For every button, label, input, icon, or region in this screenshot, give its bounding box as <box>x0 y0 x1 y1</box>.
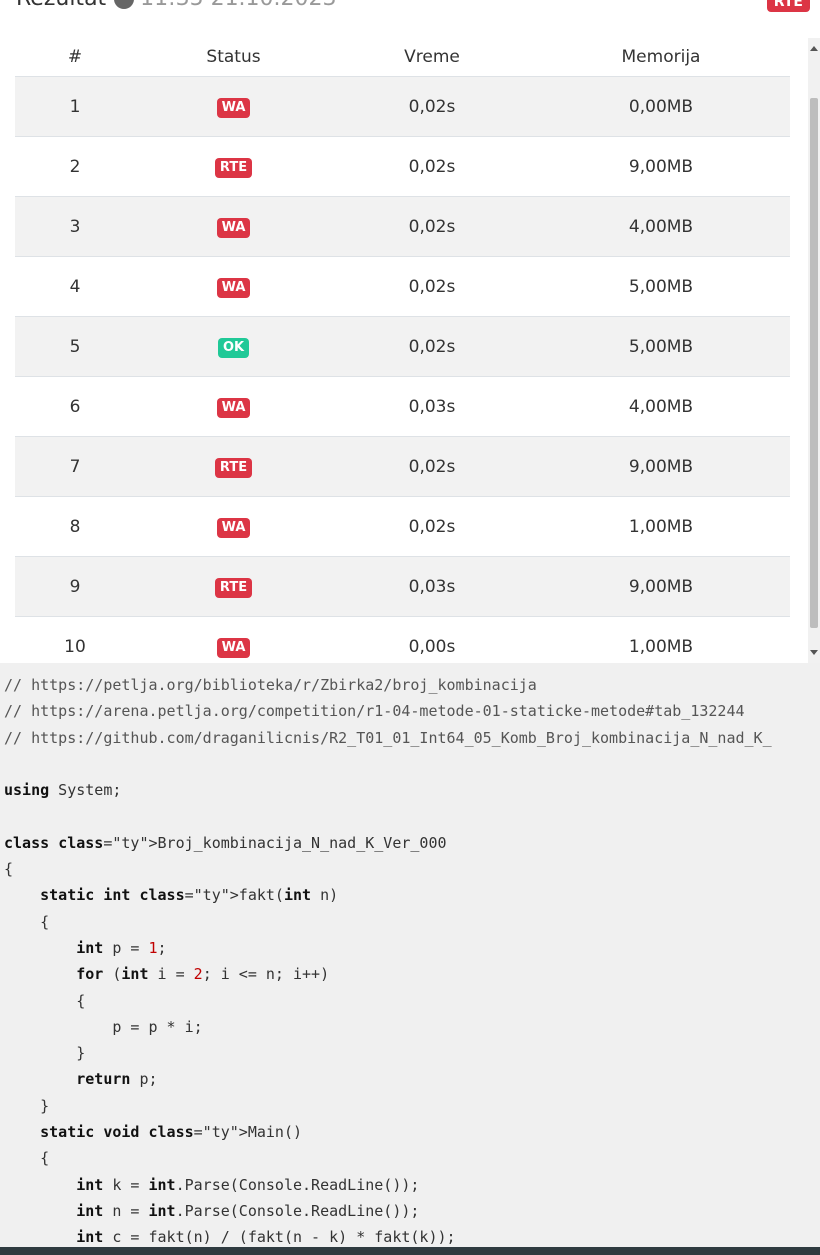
test-number: 4 <box>15 256 135 317</box>
test-status: RTE <box>135 436 332 497</box>
code-line: { <box>4 1149 50 1168</box>
test-status: WA <box>135 256 332 317</box>
table-row: 2 RTE 0,02s 9,00MB <box>15 136 790 197</box>
code-line: } <box>4 1096 50 1115</box>
test-number: 9 <box>15 556 135 617</box>
test-number: 2 <box>15 136 135 197</box>
code-line: static void class="ty">Main() <box>40 1123 303 1142</box>
code-line: p = p * i; <box>4 1017 203 1036</box>
test-memory: 4,00MB <box>532 376 790 437</box>
code-line: return p; <box>76 1070 158 1089</box>
test-number: 8 <box>15 496 135 557</box>
test-status: WA <box>135 76 332 137</box>
test-status: OK <box>135 316 332 377</box>
results-body: 1 WA 0,02s 0,00MB 2 RTE 0,02s 9,00MB 3 WA 0,02s 4,0… <box>15 76 790 676</box>
result-timestamp: 11:35 21.10.2023 <box>140 0 336 11</box>
test-number: 7 <box>15 436 135 497</box>
test-status: WA <box>135 496 332 557</box>
status-badge: WA <box>216 517 251 538</box>
test-time: 0,03s <box>332 376 532 437</box>
column-header-memory: Memorija <box>532 38 790 77</box>
code-line: int k = int.Parse(Console.ReadLine()); <box>76 1175 420 1194</box>
test-memory: 9,00MB <box>532 436 790 497</box>
scroll-down-arrow-icon[interactable] <box>810 650 818 655</box>
table-row: 9 RTE 0,03s 9,00MB <box>15 556 790 617</box>
status-badge: WA <box>216 637 251 658</box>
test-memory: 5,00MB <box>532 256 790 317</box>
result-title: Rezultat11:35 21.10.2023 <box>16 0 337 11</box>
status-badge: RTE <box>214 577 253 598</box>
results-panel: # Status Vreme Memorija 1 WA 0,02s 0,00MB 2 R… <box>0 38 808 676</box>
code-line: int c = fakt(n) / (fakt(n - k) * fakt(k)… <box>76 1228 456 1247</box>
test-time: 0,02s <box>332 496 532 557</box>
results-scrollbar[interactable] <box>808 38 820 663</box>
code-line: // https://petlja.org/biblioteka/r/Zbirk… <box>4 676 537 694</box>
test-time: 0,02s <box>332 316 532 377</box>
test-time: 0,02s <box>332 436 532 497</box>
column-header-status: Status <box>135 38 332 77</box>
table-row: 6 WA 0,03s 4,00MB <box>15 376 790 437</box>
test-status: WA <box>135 376 332 437</box>
test-number: 1 <box>15 76 135 137</box>
table-header-row: # Status Vreme Memorija <box>15 38 790 77</box>
status-badge: WA <box>216 277 251 298</box>
code-line: { <box>4 991 86 1010</box>
status-badge: WA <box>216 217 251 238</box>
test-number: 3 <box>15 196 135 257</box>
source-code-block: // https://petlja.org/biblioteka/r/Zbirk… <box>0 663 820 1247</box>
code-line: class class="ty">Broj_kombinacija_N_nad_… <box>4 833 447 852</box>
table-row: 4 WA 0,02s 5,00MB <box>15 256 790 317</box>
code-line: // https://arena.petlja.org/competition/… <box>4 702 745 721</box>
status-badge: WA <box>216 397 251 418</box>
code-line: // https://github.com/draganilicnis/R2_T… <box>4 728 772 747</box>
table-row: 7 RTE 0,02s 9,00MB <box>15 436 790 497</box>
test-memory: 9,00MB <box>532 556 790 617</box>
scroll-thumb[interactable] <box>810 98 818 628</box>
test-memory: 9,00MB <box>532 136 790 197</box>
test-status: WA <box>135 196 332 257</box>
result-header: Rezultat11:35 21.10.2023 RTE <box>0 0 820 39</box>
scroll-up-arrow-icon[interactable] <box>810 46 818 51</box>
test-time: 0,02s <box>332 76 532 137</box>
clock-icon <box>114 0 135 9</box>
overall-status-badge: RTE <box>766 0 810 12</box>
test-status: RTE <box>135 136 332 197</box>
code-line: static int class="ty">fakt(int n) <box>40 886 339 905</box>
bottom-bar <box>0 1247 820 1255</box>
code-line: int p = 1; <box>76 938 167 957</box>
column-header-time: Vreme <box>332 38 532 77</box>
code-line: { <box>4 912 50 931</box>
code-line: for (int i = 2; i <= n; i++) <box>76 965 330 984</box>
status-badge: OK <box>217 337 250 358</box>
test-number: 6 <box>15 376 135 437</box>
test-memory: 1,00MB <box>532 496 790 557</box>
code-line: int n = int.Parse(Console.ReadLine()); <box>76 1201 420 1220</box>
code-line: { <box>4 860 14 879</box>
test-time: 0,02s <box>332 256 532 317</box>
test-time: 0,02s <box>332 196 532 257</box>
test-time: 0,02s <box>332 136 532 197</box>
results-table: # Status Vreme Memorija 1 WA 0,02s 0,00MB 2 R… <box>15 38 790 676</box>
code-line: using System; <box>4 781 122 800</box>
table-row: 8 WA 0,02s 1,00MB <box>15 496 790 557</box>
status-badge: RTE <box>214 457 253 478</box>
test-time: 0,03s <box>332 556 532 617</box>
test-number: 5 <box>15 316 135 377</box>
test-status: RTE <box>135 556 332 617</box>
test-memory: 0,00MB <box>532 76 790 137</box>
status-badge: WA <box>216 97 251 118</box>
column-header-number: # <box>15 38 135 77</box>
test-memory: 4,00MB <box>532 196 790 257</box>
table-row: 3 WA 0,02s 4,00MB <box>15 196 790 257</box>
code-line: } <box>4 1044 86 1063</box>
table-row: 5 OK 0,02s 5,00MB <box>15 316 790 377</box>
status-badge: RTE <box>214 157 253 178</box>
test-memory: 5,00MB <box>532 316 790 377</box>
table-row: 1 WA 0,02s 0,00MB <box>15 76 790 137</box>
